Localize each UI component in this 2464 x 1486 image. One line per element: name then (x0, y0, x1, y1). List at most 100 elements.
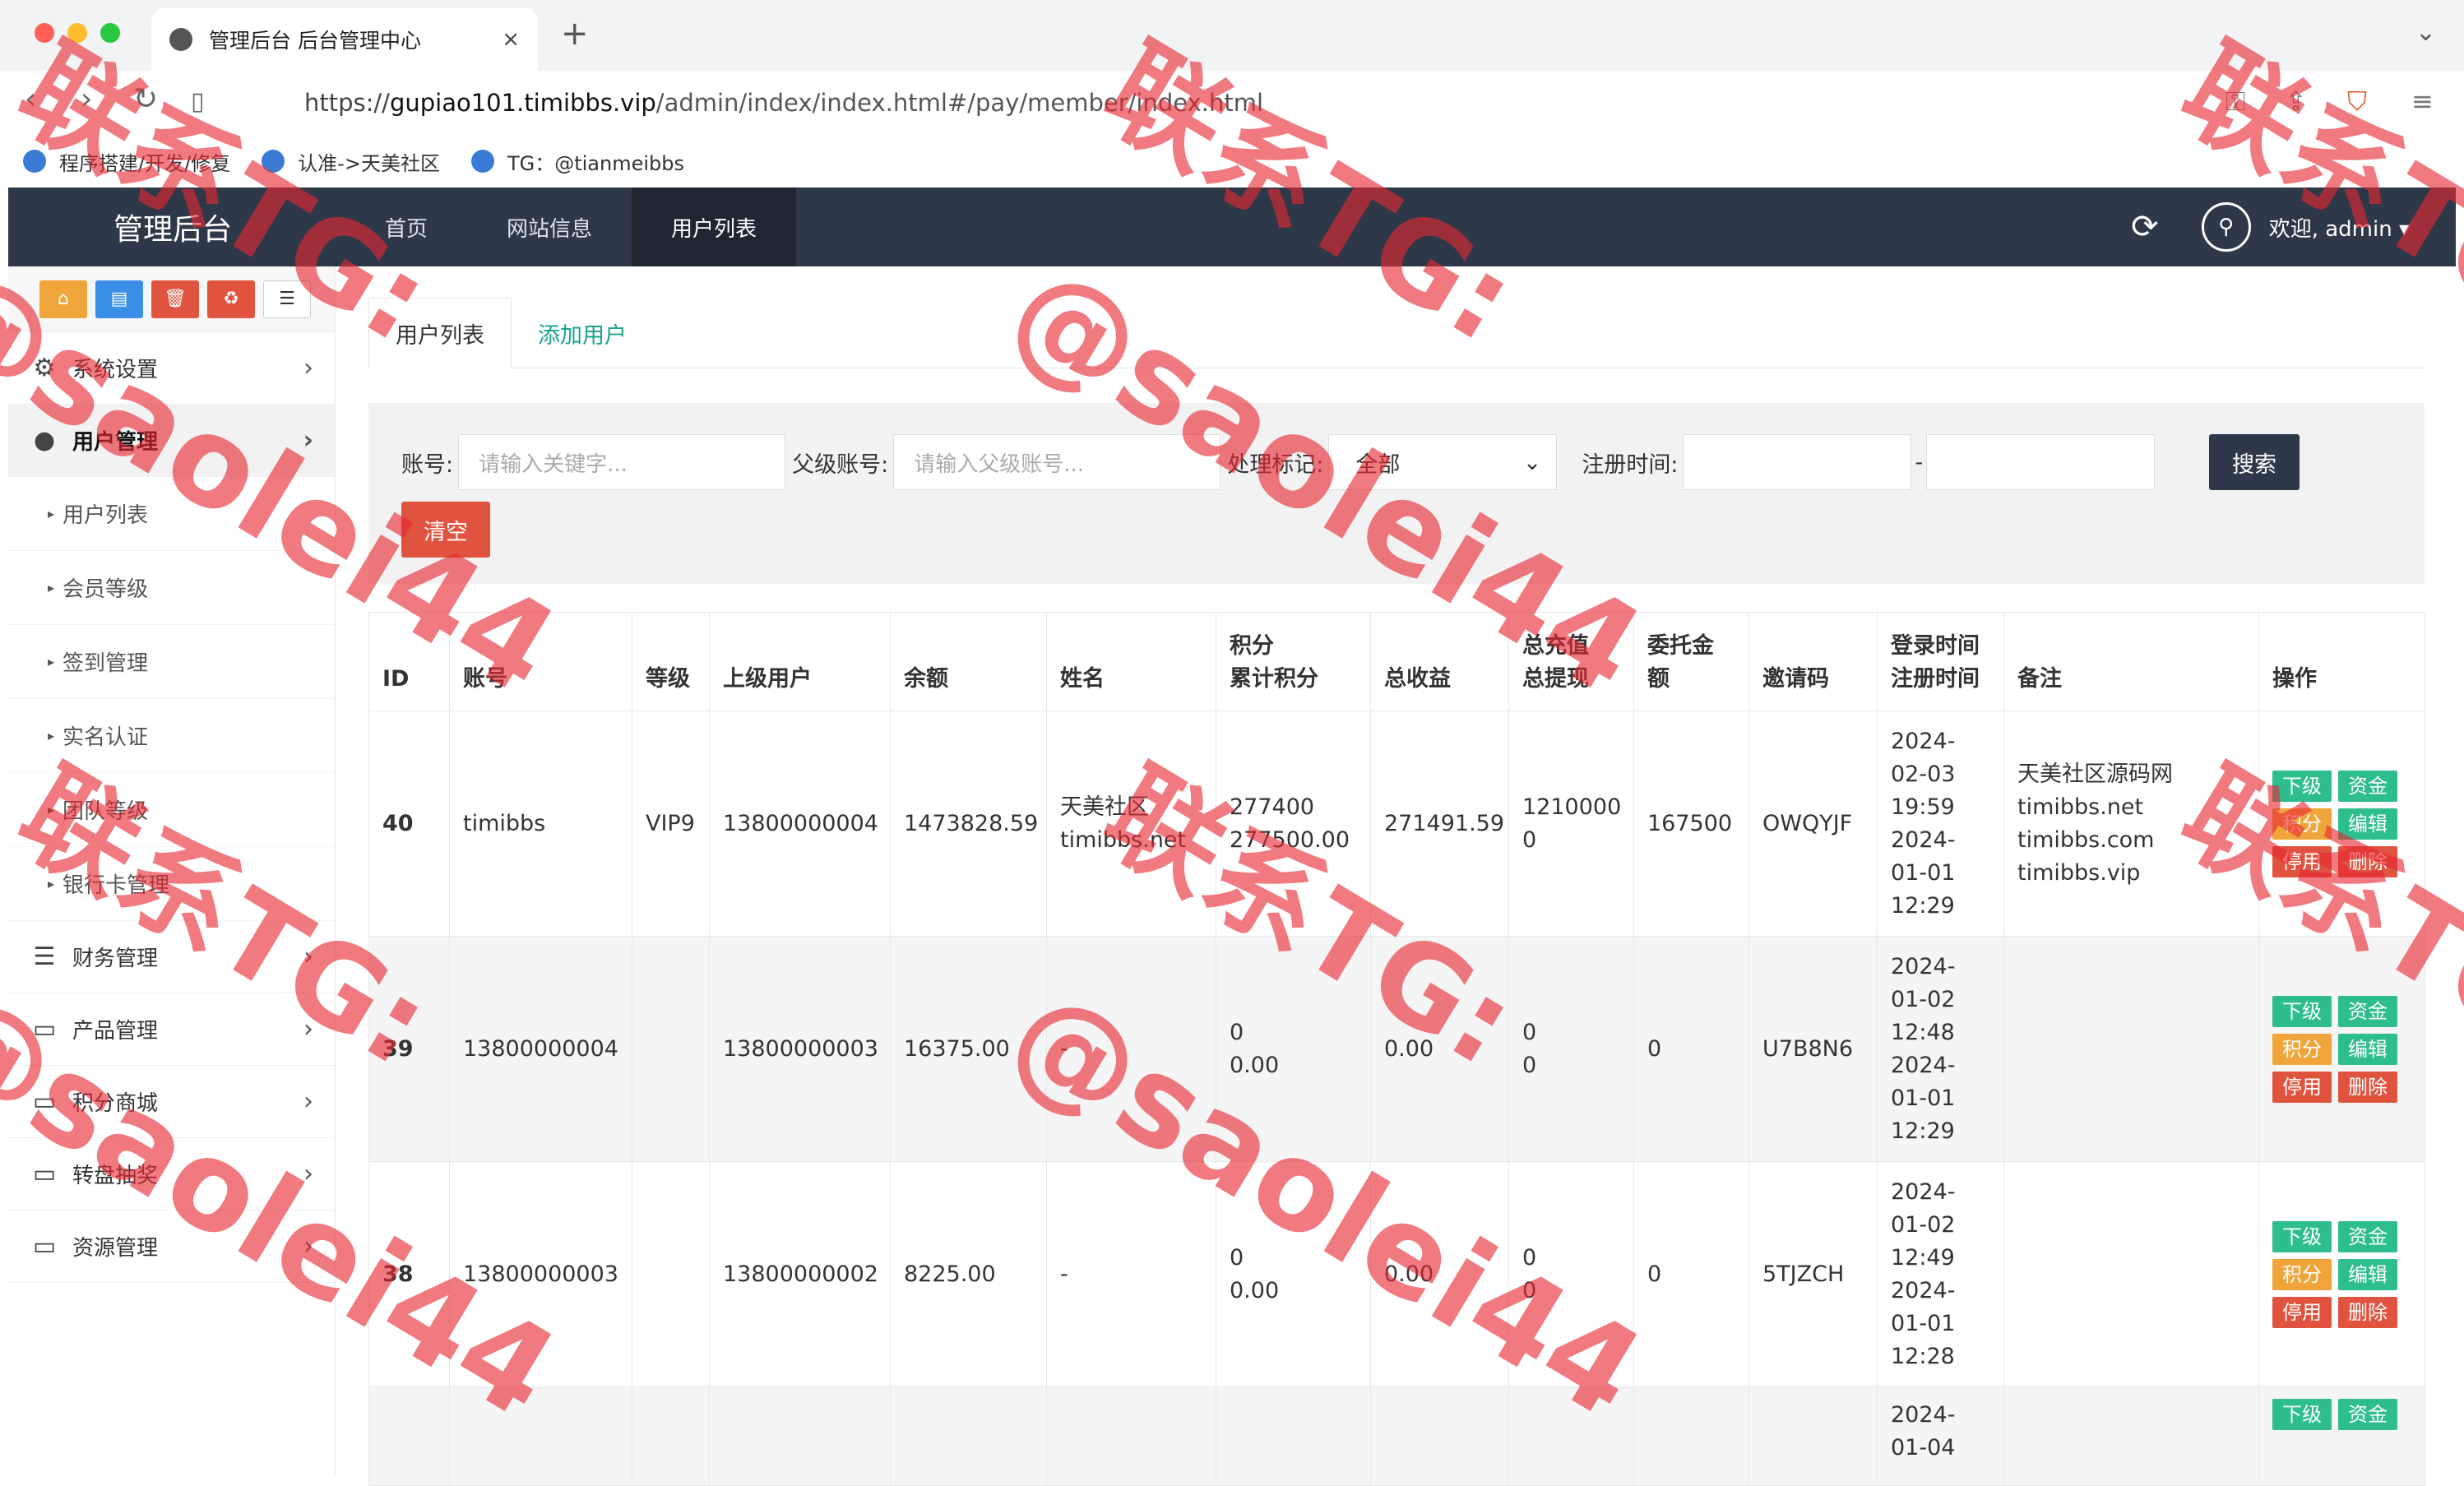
sidebar-item-finance[interactable]: ☰ 财务管理 › (8, 921, 335, 993)
recycle-icon[interactable]: ♻ (207, 280, 255, 318)
subordinate-button[interactable]: 下级 (2272, 770, 2332, 802)
reg-time-end-input[interactable] (1926, 434, 2156, 490)
cell-invite: 5TJZCH (1748, 1161, 1878, 1387)
subordinate-button[interactable]: 下级 (2272, 1220, 2332, 1252)
cell-ops: 下级 资金 (2258, 1386, 2425, 1486)
funds-button[interactable]: 资金 (2338, 770, 2397, 802)
nav-site-info[interactable]: 网站信息 (467, 187, 632, 266)
monitor-icon: ▭ (32, 1160, 57, 1188)
delete-button[interactable]: 删除 (2338, 845, 2397, 877)
subordinate-button[interactable]: 下级 (2272, 1399, 2332, 1430)
disable-button[interactable]: 停用 (2272, 1071, 2332, 1103)
cell-account: 13800000004 (449, 936, 632, 1162)
clear-button[interactable]: 清空 (401, 502, 490, 558)
cell-remark: 天美社区源码网 timibbs.net timibbs.com timibbs.… (2003, 711, 2259, 937)
sidebar-item-system[interactable]: ⚙ 系统设置 › (8, 332, 335, 405)
home-icon[interactable]: ⌂ (39, 280, 87, 318)
bookmark-item[interactable]: 认准->天美社区 (262, 147, 440, 176)
nav-user-list[interactable]: 用户列表 (632, 187, 797, 266)
chevron-right-icon: › (303, 1015, 313, 1044)
filter-row: 账号: 请输入关键字... 父级账号: 请输入父级账号... 处理标记: 全部 … (401, 434, 2156, 490)
cell-level: VIP9 (632, 711, 710, 937)
sidebar-item-lottery[interactable]: ▭ 转盘抽奖 › (8, 1138, 335, 1211)
back-icon[interactable]: ‹ (25, 82, 36, 116)
sidebar-item-users[interactable]: ● 用户管理 › (8, 405, 335, 477)
chevron-right-icon: › (303, 1160, 313, 1188)
edit-button[interactable]: 编辑 (2338, 1033, 2397, 1065)
minimize-window-button[interactable] (67, 23, 87, 43)
browser-tab[interactable]: 管理后台 后台管理中心 × (151, 8, 538, 71)
refresh-icon[interactable]: ⟳ (2131, 208, 2159, 246)
col-parent: 上级用户 (709, 612, 891, 711)
table-row: 39 13800000004 13800000003 16375.00-0 0.00 0… (368, 936, 2425, 1162)
forward-icon[interactable]: › (81, 82, 92, 116)
sidebar: ⌂ ▤ 🗑 ♻ ☰ ⚙ 系统设置 › ● 用户管理 › ▸ 用户列表 ▸ 会员等级 ▸ 签到管… (8, 266, 336, 1475)
bookmark-item[interactable]: 程序搭建/开发/修复 (23, 147, 230, 176)
points-button[interactable]: 积分 (2272, 1258, 2332, 1290)
user-menu[interactable]: 欢迎, admin ▾ (2269, 212, 2410, 243)
cell-income: 0.00 (1370, 1161, 1509, 1387)
sidebar-subitem-team-level[interactable]: ▸ 团队等级 (8, 773, 335, 847)
caret-right-icon: ▸ (48, 654, 55, 669)
cell-name (1046, 1386, 1216, 1486)
mark-select[interactable]: 全部 ⌄ (1328, 434, 1558, 490)
zoom-window-button[interactable] (100, 23, 120, 43)
content-tabs: 用户列表 添加用户 (368, 298, 2425, 368)
bookmark-icon[interactable]: ▯ (191, 87, 205, 116)
tab-user-list[interactable]: 用户列表 (368, 298, 512, 368)
sidebar-item-points-mall[interactable]: ▭ 积分商城 › (8, 1066, 335, 1138)
reload-icon[interactable]: ↻ (133, 82, 158, 116)
avatar[interactable]: ⚲ (2201, 202, 2251, 252)
funds-button[interactable]: 资金 (2338, 1220, 2397, 1252)
delete-button[interactable]: 删除 (2338, 1296, 2397, 1328)
file-icon[interactable]: ▤ (95, 280, 143, 318)
sidebar-subitem-realname[interactable]: ▸ 实名认证 (8, 699, 335, 773)
disable-button[interactable]: 停用 (2272, 1296, 2332, 1328)
sidebar-subitem-member-level[interactable]: ▸ 会员等级 (8, 551, 335, 625)
address-bar[interactable]: https:// gupiao101.timibbs.vip /admin/in… (239, 79, 2393, 127)
brave-shield-icon[interactable]: ⛉ (2347, 86, 2367, 118)
close-window-button[interactable] (35, 23, 54, 43)
edit-button[interactable]: 编辑 (2338, 808, 2397, 840)
menu-icon[interactable]: ≡ (2411, 86, 2434, 117)
cell-income: 271491.59 (1370, 711, 1509, 937)
col-level: 等级 (632, 612, 710, 711)
cell-entrust (1633, 1386, 1749, 1486)
sidebar-item-products[interactable]: ▭ 产品管理 › (8, 993, 335, 1066)
parent-account-input[interactable]: 请输入父级账号... (893, 434, 1221, 490)
sidebar-subitem-signin[interactable]: ▸ 签到管理 (8, 625, 335, 699)
search-button[interactable]: 搜索 (2209, 434, 2300, 490)
new-tab-button[interactable]: + (561, 15, 589, 53)
parent-account-label: 父级账号: (792, 451, 889, 478)
trash-icon[interactable]: 🗑 (151, 280, 199, 318)
subordinate-button[interactable]: 下级 (2272, 995, 2332, 1027)
sidebar-subitem-user-list[interactable]: ▸ 用户列表 (8, 477, 335, 551)
points-button[interactable]: 积分 (2272, 808, 2332, 840)
share-icon[interactable]: ⇪ (2285, 86, 2307, 117)
edit-button[interactable]: 编辑 (2338, 1258, 2397, 1290)
cell-remark (2003, 936, 2259, 1162)
points-button[interactable]: 积分 (2272, 1033, 2332, 1065)
bookmark-item[interactable]: TG：@tianmeibbs (470, 147, 684, 176)
cell-level (632, 1386, 710, 1486)
sidebar-subitem-bank-card[interactable]: ▸ 银行卡管理 (8, 847, 335, 921)
col-income: 总收益 (1370, 612, 1509, 711)
bookmark-favicon-icon (23, 150, 46, 173)
brand-title[interactable]: 管理后台 (8, 187, 337, 266)
funds-button[interactable]: 资金 (2338, 995, 2397, 1027)
col-name: 姓名 (1046, 612, 1216, 711)
sidebar-item-resources[interactable]: ▭ 资源管理 › (8, 1211, 335, 1283)
tab-add-user[interactable]: 添加用户 (512, 298, 653, 368)
reg-time-start-input[interactable] (1683, 434, 1912, 490)
account-input[interactable]: 请输入关键字... (458, 434, 786, 490)
cell-level (632, 936, 710, 1162)
delete-button[interactable]: 删除 (2338, 1071, 2397, 1103)
nav-home[interactable]: 首页 (345, 187, 467, 266)
disable-button[interactable]: 停用 (2272, 845, 2332, 877)
close-tab-icon[interactable]: × (502, 27, 520, 52)
chevron-down-icon[interactable]: ⌄ (2415, 18, 2436, 47)
funds-button[interactable]: 资金 (2338, 1399, 2397, 1430)
caret-right-icon: ▸ (48, 506, 55, 521)
list-icon[interactable]: ☰ (263, 280, 311, 318)
key-icon[interactable]: ⚿ (2225, 86, 2245, 118)
